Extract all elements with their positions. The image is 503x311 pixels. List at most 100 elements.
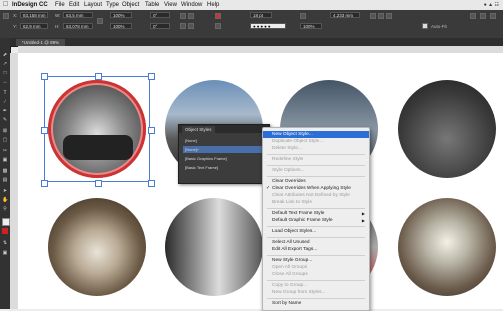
rotate-cw-icon[interactable] [180, 13, 186, 19]
x-field[interactable]: 83,158 mm [20, 12, 48, 18]
line-tool-icon[interactable]: ∕ [2, 99, 8, 105]
menu-item-delete-style[interactable]: Delete Style... [263, 145, 369, 152]
fitting-icon[interactable] [370, 13, 376, 19]
object-styles-tab[interactable]: Object Styles [182, 126, 215, 133]
resize-handle[interactable] [148, 127, 155, 134]
stroke-swatch-icon[interactable] [215, 23, 221, 29]
stroke-weight-field[interactable]: 18 pt [250, 12, 272, 18]
menu-item-style-options[interactable]: Style Options... [263, 167, 369, 174]
rectangle-tool-icon[interactable]: ▢ [2, 137, 8, 143]
menu-item-clear-attributes[interactable]: Clear Attributes Not Defined by Style [263, 192, 369, 199]
menu-item-load-object-styles[interactable]: Load Object Styles... [263, 228, 369, 235]
resize-handle[interactable] [95, 180, 102, 187]
menu-item-default-graphic-frame-style[interactable]: Default Graphic Frame Style ▶ [263, 217, 369, 224]
menu-item-sort-by-name[interactable]: Sort by Name [263, 300, 369, 307]
menu-view[interactable]: View [164, 2, 177, 8]
menu-window[interactable]: Window [181, 2, 202, 8]
taxi-photo[interactable] [48, 80, 146, 178]
document-tab[interactable]: *Untitled-1 @ 89% [16, 39, 66, 46]
menu-app-name[interactable]: InDesign CC [12, 2, 48, 8]
constrain-proportions-icon[interactable] [97, 18, 103, 24]
rotation-field[interactable]: 0° [150, 12, 170, 18]
pencil-tool-icon[interactable]: ✎ [2, 117, 8, 123]
scale-x-field[interactable]: 100% [110, 12, 132, 18]
panel-menu-icon[interactable] [490, 13, 496, 19]
page-tool-icon[interactable]: □ [2, 70, 8, 76]
menu-item-close-all-groups[interactable]: Close All Groups [263, 271, 369, 278]
menu-layout[interactable]: Layout [84, 2, 102, 8]
h-field[interactable]: 63,078 mm [63, 23, 93, 29]
resize-handle[interactable] [41, 180, 48, 187]
align-icon[interactable] [470, 13, 476, 19]
style-item-selected[interactable]: [None]+ [183, 146, 263, 153]
swap-colors-icon[interactable]: ⇅ [2, 240, 8, 246]
percent-field[interactable]: 100% [300, 23, 322, 29]
align-icon[interactable] [480, 13, 486, 19]
fill-swatch-icon[interactable] [215, 13, 221, 19]
menu-item-copy-to-group[interactable]: Copy to Group... [263, 282, 369, 289]
fitting-icon[interactable] [378, 13, 384, 19]
style-item[interactable]: [Basic Graphics Frame] [183, 155, 263, 162]
note-tool-icon[interactable]: ▤ [2, 177, 8, 183]
scale-y-field[interactable]: 100% [110, 23, 132, 29]
menu-file[interactable]: File [55, 2, 65, 8]
style-item[interactable]: [Basic Text Frame] [183, 164, 263, 171]
menu-item-select-all-unused[interactable]: Select All Unused [263, 239, 369, 246]
fill-icon[interactable] [2, 218, 10, 226]
menu-item-break-link[interactable]: Break Link to Style [263, 199, 369, 206]
menu-item-clear-overrides[interactable]: Clear Overrides [263, 178, 369, 185]
traffic-photo[interactable] [398, 80, 496, 178]
reference-point-icon[interactable] [3, 13, 9, 19]
w-field[interactable]: 63,5 mm [63, 12, 93, 18]
auto-fit-checkbox[interactable] [422, 23, 428, 29]
coffee-cup-photo[interactable] [48, 198, 146, 296]
rectangle-frame-tool-icon[interactable]: ⊠ [2, 128, 8, 134]
menu-item-redefine-style[interactable]: Redefine Style [263, 156, 369, 163]
resize-handle[interactable] [148, 180, 155, 187]
menu-item-edit-all-export-tags[interactable]: Edit All Export Tags... [263, 246, 369, 253]
menu-item-duplicate-style[interactable]: Duplicate Object Style... [263, 138, 369, 145]
menu-item-label: Select All Unused [272, 240, 310, 245]
type-tool-icon[interactable]: T [2, 90, 8, 96]
menu-item-open-all-groups[interactable]: Open All Groups [263, 264, 369, 271]
drop-shadow-icon[interactable] [300, 13, 306, 19]
menu-item-new-object-style[interactable]: New Object Style... [263, 131, 369, 138]
selection-tool-icon[interactable]: ⬈ [2, 52, 8, 58]
shear-field[interactable]: 0° [150, 23, 170, 29]
hand-tool-icon[interactable]: ✋ [2, 197, 8, 203]
menu-item-clear-overrides-when-applying[interactable]: ✓ Clear Overrides When Applying Style [263, 185, 369, 192]
ref-value-field[interactable]: 4,233 mm [330, 12, 360, 18]
stroke-type-dropdown[interactable]: ●●●●● [250, 23, 286, 29]
scissors-tool-icon[interactable]: ✂ [2, 148, 8, 154]
resize-handle[interactable] [95, 73, 102, 80]
gap-tool-icon[interactable]: ↔ [2, 79, 8, 85]
direct-selection-tool-icon[interactable]: ↗ [2, 61, 8, 67]
menu-item-new-style-group[interactable]: New Style Group... [263, 257, 369, 264]
y-field[interactable]: 62,9 mm [20, 23, 48, 29]
free-transform-tool-icon[interactable]: ▣ [2, 157, 8, 163]
menu-table[interactable]: Table [145, 2, 159, 8]
fitting-icon[interactable] [386, 13, 392, 19]
menu-item-default-text-frame-style[interactable]: Default Text Frame Style ▶ [263, 210, 369, 217]
zoom-tool-icon[interactable]: ⚲ [2, 206, 8, 212]
resize-handle[interactable] [41, 127, 48, 134]
rotate-ccw-icon[interactable] [188, 13, 194, 19]
gradient-tool-icon[interactable]: ▩ [2, 168, 8, 174]
flip-horizontal-icon[interactable] [180, 23, 186, 29]
building-photo[interactable] [165, 198, 263, 296]
menu-type[interactable]: Type [106, 2, 119, 8]
menu-help[interactable]: Help [207, 2, 219, 8]
pen-tool-icon[interactable]: ✒ [2, 108, 8, 114]
menu-edit[interactable]: Edit [69, 2, 79, 8]
style-item[interactable]: [None] [183, 137, 263, 144]
resize-handle[interactable] [41, 73, 48, 80]
apple-icon[interactable]:  [3, 1, 8, 8]
screen-mode-icon[interactable]: ▣ [2, 250, 8, 256]
menu-object[interactable]: Object [122, 2, 139, 8]
resize-handle[interactable] [148, 73, 155, 80]
flip-vertical-icon[interactable] [188, 23, 194, 29]
eyedropper-tool-icon[interactable]: ➤ [2, 188, 8, 194]
stroke-icon[interactable] [2, 228, 8, 234]
menu-item-new-group-from-styles[interactable]: New Group from Styles... [263, 289, 369, 296]
underground-photo[interactable] [398, 198, 496, 296]
